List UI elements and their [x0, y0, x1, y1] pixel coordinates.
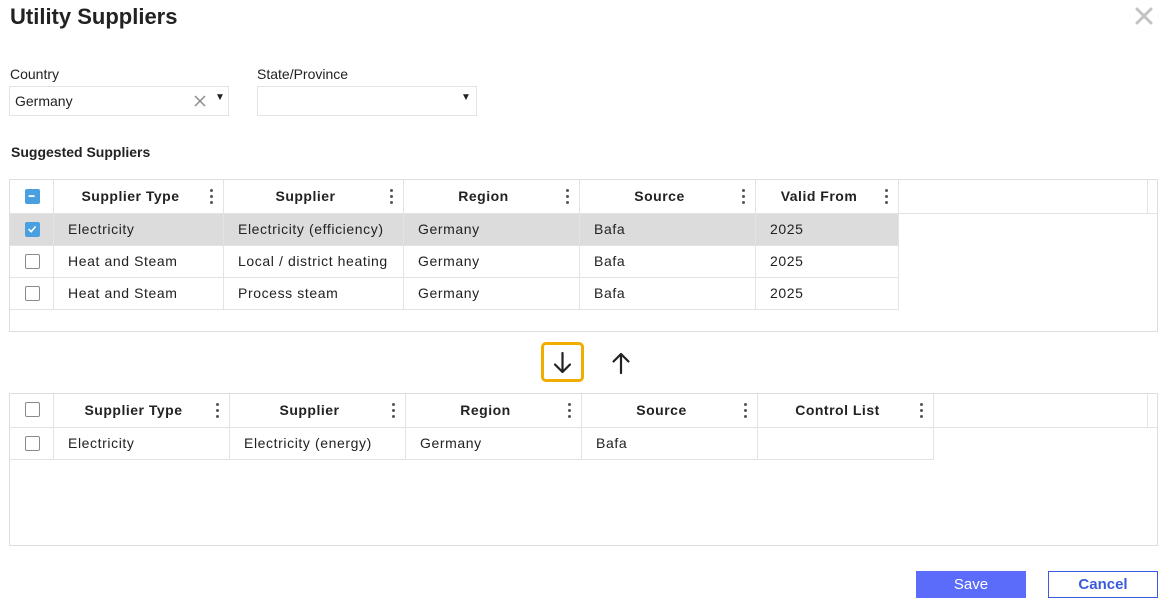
column-menu-icon[interactable]	[742, 189, 746, 205]
table-cell: Bafa	[580, 246, 756, 278]
close-icon[interactable]	[1131, 3, 1157, 29]
chevron-down-icon[interactable]: ▼	[461, 92, 471, 103]
arrow-down-icon	[553, 351, 572, 374]
table-cell: 2025	[756, 278, 899, 310]
table-cell: Heat and Steam	[54, 246, 224, 278]
select-all-checkbox[interactable]	[25, 189, 40, 204]
table-row[interactable]: Electricity Electricity (efficiency) Ger…	[10, 214, 899, 246]
table-cell: Local / district heating	[224, 246, 404, 278]
arrow-up-icon	[612, 352, 630, 375]
select-all-checkbox[interactable]	[25, 402, 40, 417]
table-cell: 2025	[756, 214, 899, 246]
table-cell: Bafa	[580, 278, 756, 310]
section-title: Suggested Suppliers	[11, 144, 151, 160]
column-header[interactable]: Supplier	[224, 180, 404, 214]
table-cell: Electricity (efficiency)	[224, 214, 404, 246]
column-header[interactable]: Valid From	[756, 180, 899, 214]
table-cell: Germany	[404, 246, 580, 278]
column-header[interactable]: Supplier Type	[54, 180, 224, 214]
column-menu-icon[interactable]	[744, 403, 748, 419]
suggested-suppliers-grid: Supplier Type Supplier Region Source Val…	[9, 179, 1158, 332]
table-cell: Bafa	[580, 214, 756, 246]
column-header[interactable]: Supplier	[230, 394, 406, 428]
grid-header: Supplier Type Supplier Region Source Val…	[10, 180, 1157, 214]
column-menu-icon[interactable]	[390, 189, 394, 205]
column-menu-icon[interactable]	[885, 189, 889, 205]
table-row[interactable]: Heat and Steam Process steam Germany Baf…	[10, 278, 899, 310]
table-cell: Germany	[404, 214, 580, 246]
column-menu-icon[interactable]	[566, 189, 570, 205]
grid-header: Supplier Type Supplier Region Source Con…	[10, 394, 1157, 428]
table-cell: Process steam	[224, 278, 404, 310]
table-cell: Bafa	[582, 428, 758, 460]
column-menu-icon[interactable]	[392, 403, 396, 419]
country-value: Germany	[15, 93, 73, 109]
state-label: State/Province	[257, 66, 349, 82]
column-menu-icon[interactable]	[210, 189, 214, 205]
column-header[interactable]: Source	[582, 394, 758, 428]
row-checkbox[interactable]	[25, 222, 40, 237]
column-header[interactable]: Region	[406, 394, 582, 428]
row-checkbox[interactable]	[25, 286, 40, 301]
column-menu-icon[interactable]	[568, 403, 572, 419]
table-cell	[758, 428, 934, 460]
table-cell: Germany	[406, 428, 582, 460]
table-cell: 2025	[756, 246, 899, 278]
table-cell: Heat and Steam	[54, 278, 224, 310]
cancel-button[interactable]: Cancel	[1048, 571, 1158, 598]
row-checkbox[interactable]	[25, 436, 40, 451]
country-select[interactable]: Germany ▼	[9, 86, 229, 116]
state-select[interactable]: ▼	[257, 86, 477, 116]
table-cell: Electricity	[54, 428, 230, 460]
selected-suppliers-grid: Supplier Type Supplier Region Source Con…	[9, 393, 1158, 546]
table-cell: Germany	[404, 278, 580, 310]
column-header[interactable]: Supplier Type	[54, 394, 230, 428]
table-row[interactable]: Electricity Electricity (energy) Germany…	[10, 428, 934, 460]
table-row[interactable]: Heat and Steam Local / district heating …	[10, 246, 899, 278]
clear-icon[interactable]	[194, 95, 206, 107]
move-down-button[interactable]	[541, 342, 584, 382]
table-cell: Electricity	[54, 214, 224, 246]
country-label: Country	[10, 66, 60, 82]
table-cell: Electricity (energy)	[230, 428, 406, 460]
chevron-down-icon[interactable]: ▼	[215, 92, 225, 103]
move-up-button[interactable]	[607, 345, 635, 379]
save-button[interactable]: Save	[916, 571, 1026, 598]
column-header[interactable]: Source	[580, 180, 756, 214]
column-header[interactable]: Control List	[758, 394, 934, 428]
dialog-title: Utility Suppliers	[10, 4, 178, 29]
column-header[interactable]: Region	[404, 180, 580, 214]
column-menu-icon[interactable]	[216, 403, 220, 419]
column-menu-icon[interactable]	[920, 403, 924, 419]
row-checkbox[interactable]	[25, 254, 40, 269]
